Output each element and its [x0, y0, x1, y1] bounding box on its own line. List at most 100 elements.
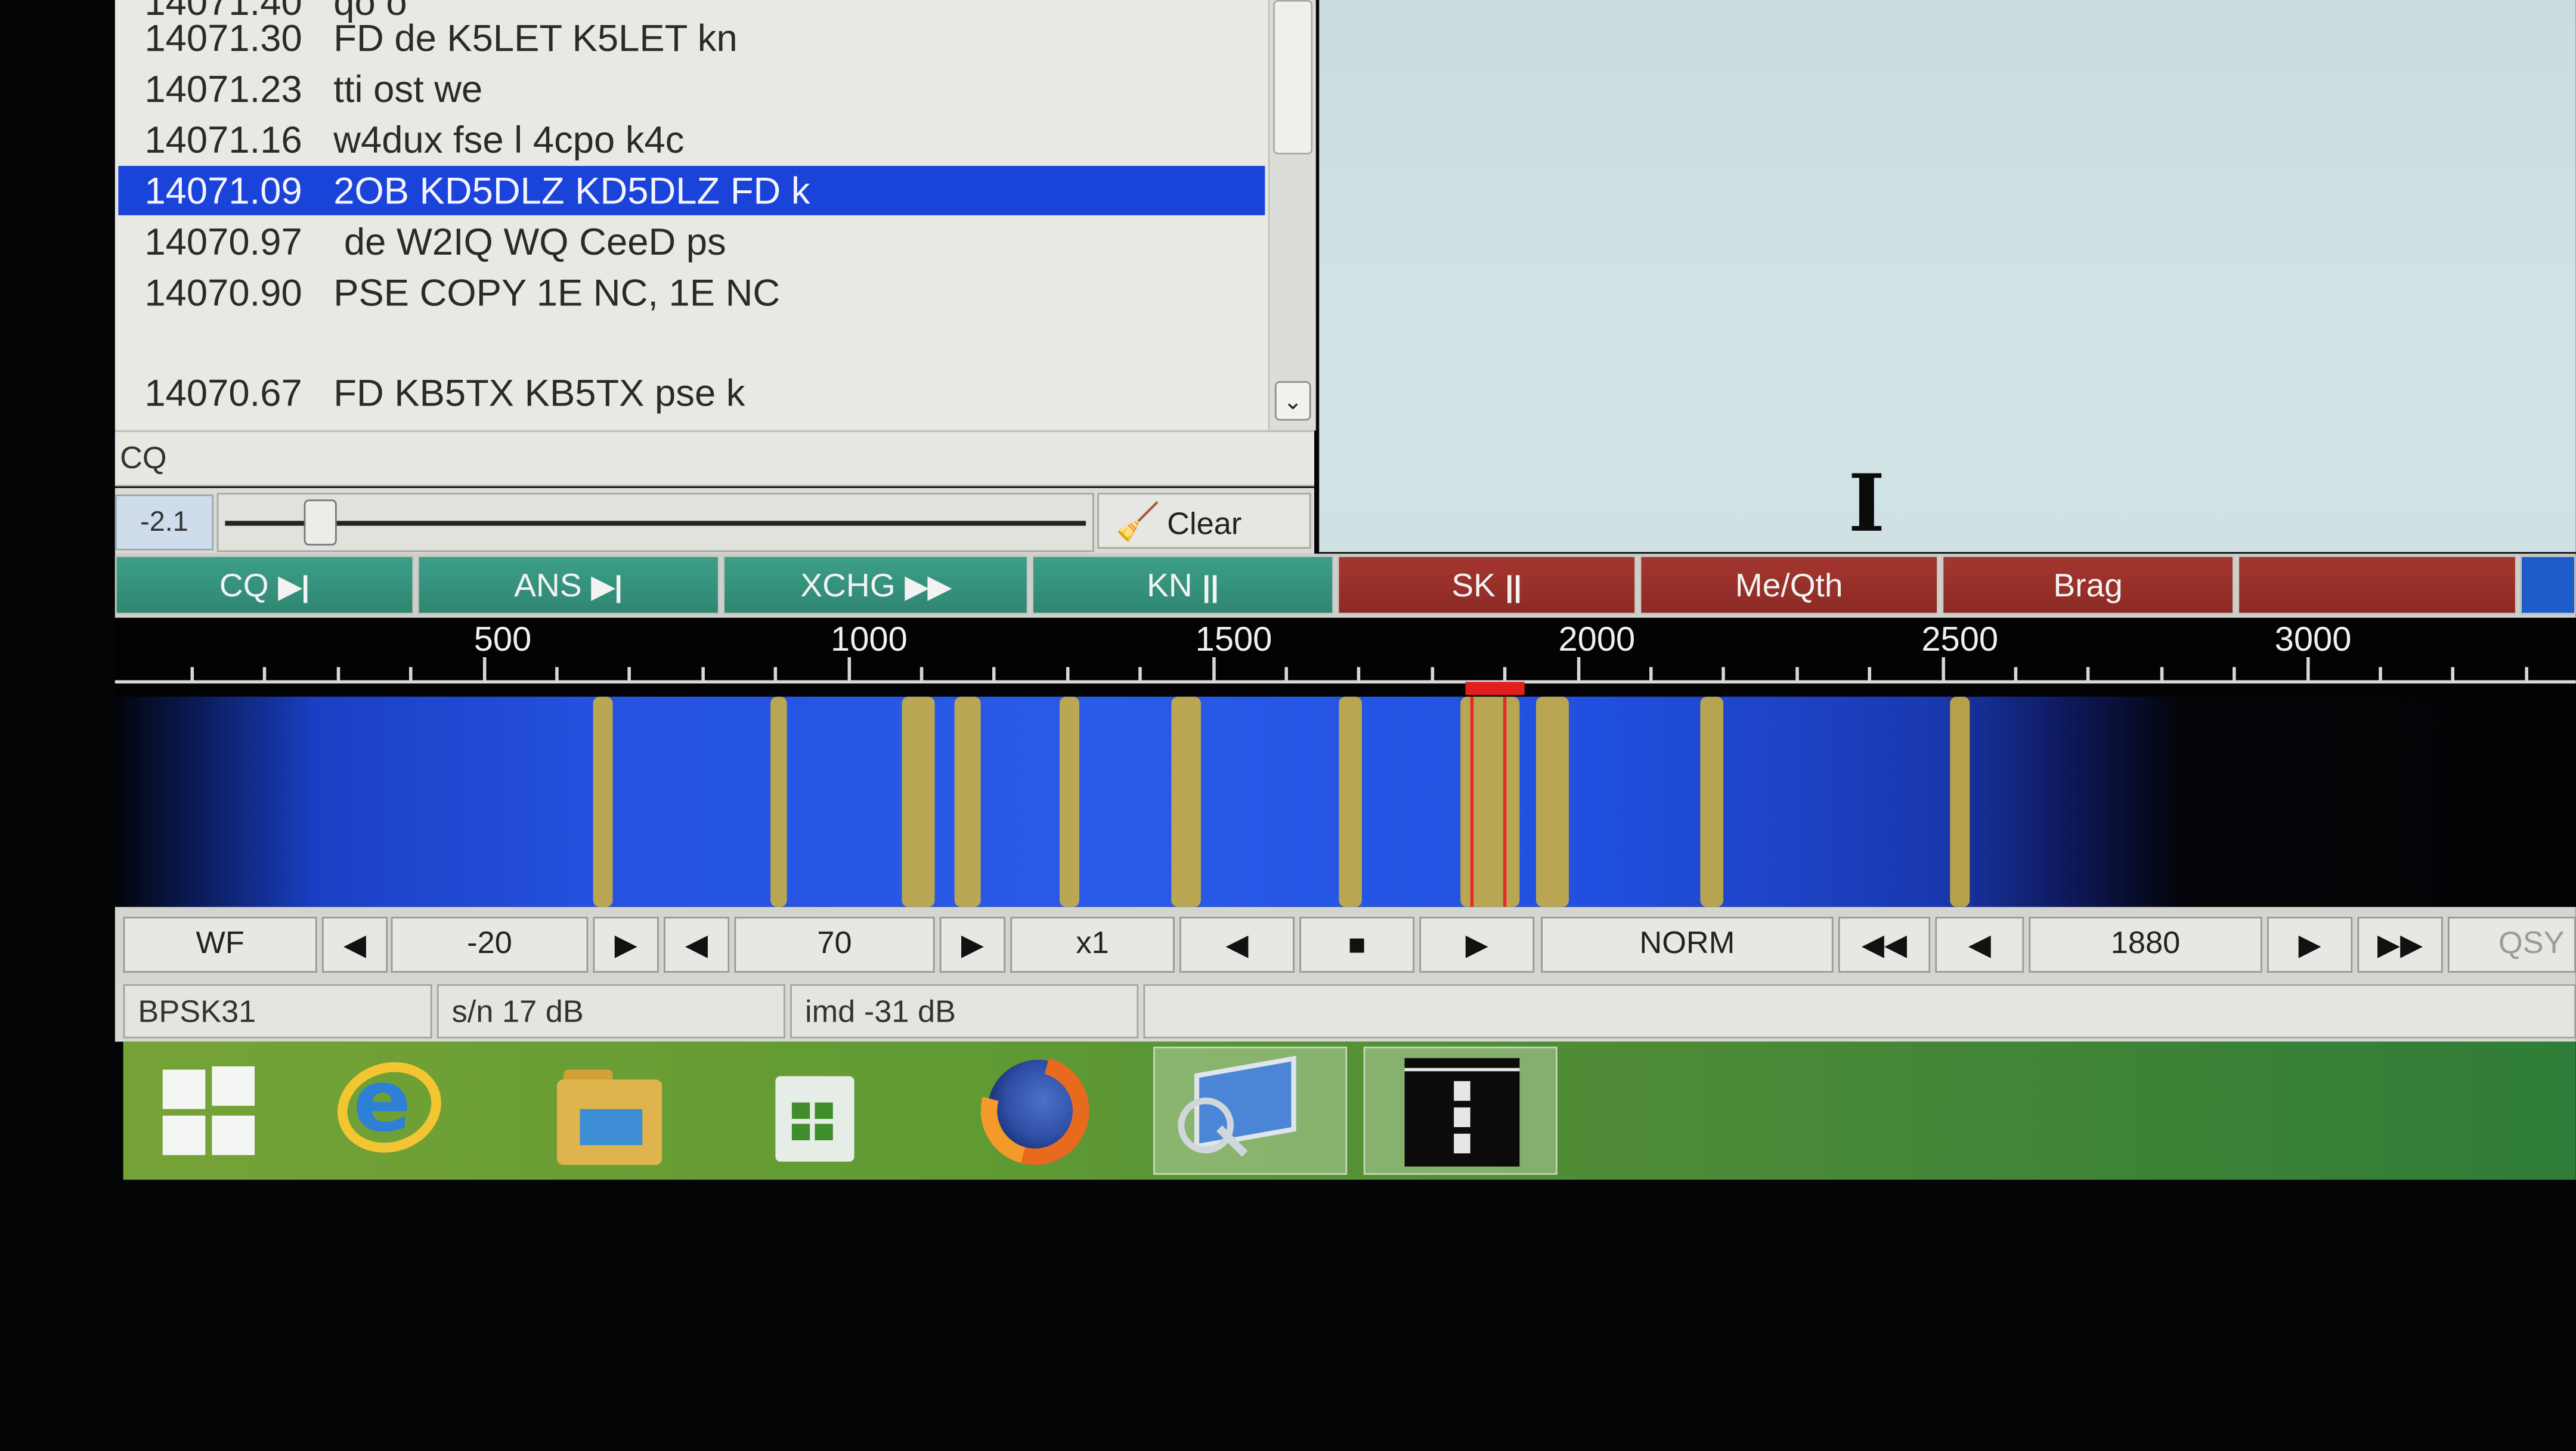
macro-label: Me/Qth: [1735, 568, 1843, 605]
macro-cq-button[interactable]: CQ ▶|: [114, 555, 414, 615]
macro-meqth-button[interactable]: Me/Qth: [1639, 555, 1939, 615]
wf-mode-button[interactable]: WF: [123, 917, 317, 973]
transmit-text-pane[interactable]: [1319, 0, 2576, 552]
scale-tick: [2014, 667, 2018, 680]
row-frequency: 14070.90: [144, 271, 302, 314]
slider-track-line: [225, 521, 1086, 526]
list-item[interactable]: 14071.16 w4dux fse l 4cpo k4c: [118, 115, 1265, 165]
scale-tick: [2524, 667, 2528, 680]
windows-start-icon[interactable]: [156, 1047, 258, 1175]
carrier-decrease-button[interactable]: ◀: [1935, 917, 2024, 973]
signal-trace: [954, 697, 981, 907]
row-frequency: 14071.23: [144, 67, 302, 110]
scale-tick: [1431, 667, 1434, 680]
scale-tick: [190, 667, 194, 680]
scale-tick: [2451, 667, 2456, 680]
status-message: [1143, 984, 2576, 1039]
store-icon[interactable]: [756, 1047, 949, 1175]
macro-glyph-icon: ||: [1505, 570, 1522, 604]
triangle-right-icon: ▶: [961, 928, 984, 961]
signal-trace: [1535, 697, 1569, 907]
scale-tick: [2305, 657, 2309, 680]
scale-tick: [919, 667, 924, 680]
triangle-left-icon: ◀: [685, 928, 708, 961]
list-item[interactable]: [118, 318, 1265, 368]
slider-handle[interactable]: [304, 499, 337, 546]
chevron-down-icon: ⌄: [1283, 388, 1303, 414]
firefox-icon[interactable]: [958, 1037, 1151, 1185]
signal-trace: [902, 697, 935, 907]
scroll-left-button[interactable]: ◀: [1179, 917, 1295, 973]
list-item[interactable]: 14070.97 de W2IQ WQ CeeD ps: [118, 217, 1265, 267]
scroll-right-button[interactable]: ▶: [1419, 917, 1535, 973]
imd-status: imd -31 dB: [790, 984, 1139, 1039]
macro-glyph-icon: ||: [1202, 570, 1219, 604]
stop-icon: ■: [1348, 928, 1366, 961]
macro-label: ANS: [514, 568, 582, 605]
scale-tick: [1795, 667, 1799, 680]
range-decrease-button[interactable]: ◀: [664, 917, 730, 973]
signal-trace: [1460, 697, 1520, 907]
list-item[interactable]: 14071.30 FD de K5LET K5LET kn: [118, 13, 1265, 63]
scroll-down-button[interactable]: ⌄: [1274, 381, 1311, 421]
double-triangle-right-icon: ▶▶: [2377, 928, 2423, 961]
receive-list-scrollbar[interactable]: ⌄: [1268, 0, 1316, 431]
ref-level-field[interactable]: -20: [391, 917, 589, 973]
row-frequency: 14070.97: [144, 220, 302, 263]
list-item[interactable]: 14071.23 tti ost we: [118, 64, 1265, 113]
scale-tick: [1868, 667, 1872, 680]
macro-sk-button[interactable]: SK ||: [1337, 555, 1636, 615]
ref-level-decrease-button[interactable]: ◀: [321, 917, 388, 973]
scale-tick: [993, 667, 996, 680]
list-item-selected[interactable]: 14071.09 2OB KD5DLZ KD5DLZ FD k: [118, 166, 1265, 215]
row-text: 2OB KD5DLZ KD5DLZ FD k: [333, 169, 810, 212]
fldigi-app-icon[interactable]: [1363, 1046, 1558, 1175]
tick-label: 3000: [2274, 621, 2352, 659]
carrier-increase-button[interactable]: ▶: [2267, 917, 2353, 973]
signal-trace: [593, 697, 613, 907]
ref-level-increase-button[interactable]: ▶: [593, 917, 659, 973]
file-explorer-icon[interactable]: [534, 1047, 727, 1175]
carrier-frequency-field[interactable]: 1880: [2029, 917, 2262, 973]
macro-xchg-button[interactable]: XCHG ▶▶: [723, 555, 1029, 615]
squelch-slider[interactable]: [216, 493, 1094, 552]
macro-label: CQ: [219, 568, 269, 605]
macro-more-button[interactable]: [2520, 555, 2576, 615]
receive-text-list[interactable]: 14071.40 qo o 14071.30 FD de K5LET K5LET k…: [114, 0, 1270, 431]
scrollbar-thumb[interactable]: [1273, 0, 1313, 154]
scale-tick: [1138, 667, 1143, 680]
list-item[interactable]: 14070.90 PSE COPY 1E NC, 1E NC: [118, 268, 1265, 317]
macro-brag-button[interactable]: Brag: [1942, 555, 2234, 615]
list-item[interactable]: 14070.67 FD KB5TX KB5TX pse k: [118, 368, 1265, 417]
row-text: PSE COPY 1E NC, 1E NC: [333, 271, 781, 314]
triangle-left-icon: ◀: [343, 928, 367, 961]
range-field[interactable]: 70: [734, 917, 935, 973]
tick-label: 2000: [1558, 621, 1636, 659]
frequency-scale[interactable]: 500 1000 1500 2000 2500 3000: [114, 617, 2576, 697]
row-frequency: 14071.30: [144, 16, 302, 60]
range-increase-button[interactable]: ▶: [939, 917, 1006, 973]
waterfall-control-row: WF ◀ -20 ▶ ◀ 70 ▶ x1 ◀ ■ ▶ NORM ◀◀ ◀ 188…: [114, 907, 2576, 983]
scale-tick: [1941, 657, 1945, 680]
carrier-fast-decrease-button[interactable]: ◀◀: [1838, 917, 1931, 973]
text-cursor-icon: I: [1848, 458, 1885, 550]
macro-ans-button[interactable]: ANS ▶|: [417, 555, 720, 615]
stop-button[interactable]: ■: [1299, 917, 1415, 973]
row-frequency: 14071.09: [144, 169, 302, 212]
carrier-fast-increase-button[interactable]: ▶▶: [2357, 917, 2443, 973]
clear-button[interactable]: 🧹 Clear: [1097, 493, 1311, 549]
qsy-button[interactable]: QSY: [2447, 917, 2576, 973]
waterfall-display[interactable]: [120, 697, 2576, 907]
zoom-button[interactable]: x1: [1010, 917, 1175, 973]
macro-empty-button[interactable]: [2237, 555, 2517, 615]
remote-desktop-icon[interactable]: [1153, 1046, 1348, 1175]
triangle-right-icon: ▶: [2298, 928, 2321, 961]
transmit-entry-field[interactable]: CQ: [114, 430, 1315, 487]
macro-kn-button[interactable]: KN ||: [1032, 555, 1335, 615]
macro-label: SK: [1451, 568, 1496, 605]
scale-tick: [1649, 667, 1653, 680]
internet-explorer-icon[interactable]: e: [320, 1047, 514, 1175]
modem-mode-status[interactable]: BPSK31: [123, 984, 432, 1039]
speed-mode-button[interactable]: NORM: [1541, 917, 1834, 973]
scale-tick: [482, 657, 486, 680]
